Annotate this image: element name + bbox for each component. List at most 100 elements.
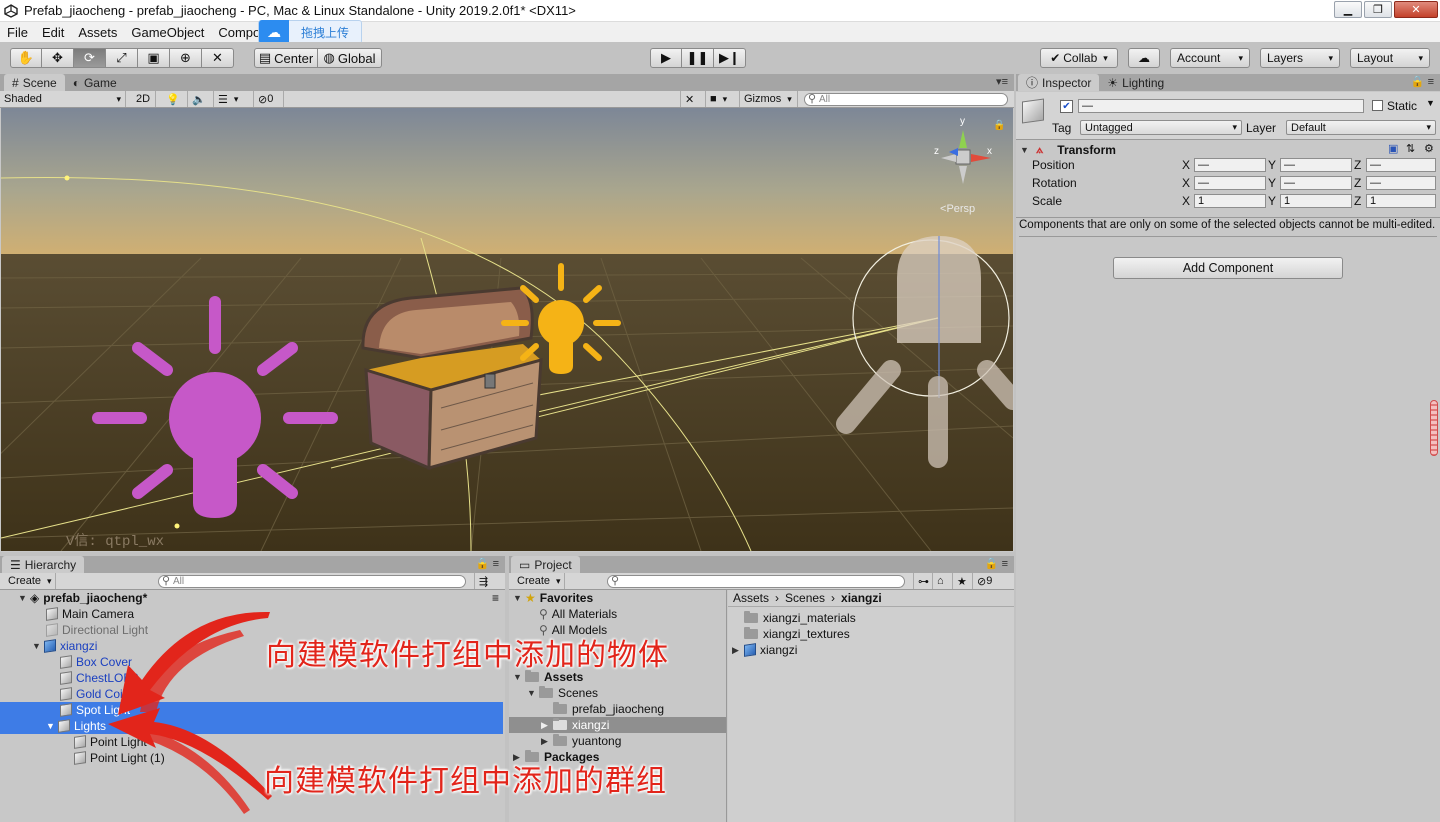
audio-toggle-icon[interactable]: 🔈 xyxy=(188,91,214,107)
rotation-y-input[interactable]: — xyxy=(1280,176,1352,190)
scene-viewport[interactable]: y x z 🔒 <Persp xyxy=(1,108,1013,551)
search-by-type-icon[interactable]: ⊶ xyxy=(913,573,933,589)
reference-book-icon[interactable]: ▣ xyxy=(1388,142,1398,155)
project-menu-icon[interactable]: 🔒 ≡ xyxy=(985,557,1008,570)
gizmo-handle[interactable] xyxy=(174,523,180,529)
scale-y-input[interactable]: 1 xyxy=(1280,194,1352,208)
pivot-center-button[interactable]: ▤ Center xyxy=(254,48,318,68)
minimize-button[interactable]: ▁ xyxy=(1334,1,1362,18)
account-dropdown[interactable]: Account xyxy=(1170,48,1250,68)
favorite-item[interactable]: ⚲ All Materials xyxy=(539,606,617,622)
cloud-upload-badge[interactable]: ☁ 拖拽上传 xyxy=(258,20,362,44)
tab-inspector[interactable]: ⓘ Inspector xyxy=(1018,74,1100,91)
hierarchy-search-input[interactable]: All xyxy=(158,574,466,588)
gear-icon[interactable]: ⚙ xyxy=(1424,142,1434,155)
hidden-objects-toggle[interactable]: ⊘ 0 xyxy=(254,91,284,107)
rotate-tool-icon[interactable]: ⟳ xyxy=(74,48,106,68)
pause-icon[interactable]: ❚❚ xyxy=(682,48,714,68)
favorites-star-icon[interactable]: ★ xyxy=(953,573,973,589)
cloud-services-icon[interactable]: ☁ xyxy=(1128,48,1160,68)
hidden-packages-toggle[interactable]: ⊘ 9 xyxy=(973,573,1007,589)
breadcrumb-item[interactable]: Assets xyxy=(733,591,769,605)
project-create-dropdown[interactable]: Create xyxy=(513,573,565,589)
effects-dropdown-icon[interactable]: ☰ xyxy=(214,91,254,107)
active-checkbox[interactable]: ✔ xyxy=(1060,100,1073,113)
scrollbar-thumb[interactable] xyxy=(1430,400,1438,456)
file-item[interactable]: ▶ xiangzi xyxy=(732,642,797,658)
move-tool-icon[interactable]: ✥ xyxy=(42,48,74,68)
scale-x-input[interactable]: 1 xyxy=(1194,194,1266,208)
transform-header[interactable]: ▼ ⟑ Transform xyxy=(1020,142,1116,157)
treasure-chest[interactable] xyxy=(361,286,543,471)
tab-hierarchy[interactable]: ☰ Hierarchy xyxy=(2,556,85,573)
menu-edit[interactable]: Edit xyxy=(35,25,71,40)
collab-dropdown[interactable]: ✔ Collab xyxy=(1040,48,1118,68)
tab-game[interactable]: ◐ Game xyxy=(65,74,125,91)
project-search-input[interactable] xyxy=(607,574,905,588)
expand-arrow-icon[interactable]: ▶ xyxy=(732,645,744,656)
expand-arrow-icon[interactable]: ▼ xyxy=(1020,145,1032,155)
toggle-2d-button[interactable]: 2D xyxy=(132,91,156,107)
hand-tool-icon[interactable]: ✋ xyxy=(10,48,42,68)
search-by-label-icon[interactable]: ⌂ xyxy=(933,573,953,589)
menu-assets[interactable]: Assets xyxy=(71,25,124,40)
breadcrumb-item[interactable]: xiangzi xyxy=(841,591,882,605)
add-component-button[interactable]: Add Component xyxy=(1113,257,1343,279)
folder-row[interactable]: ▼ Scenes xyxy=(527,685,598,701)
lighting-toggle-icon[interactable]: 💡 xyxy=(162,91,188,107)
breadcrumb-item[interactable]: Scenes xyxy=(785,591,825,605)
expand-arrow-icon[interactable]: ▶ xyxy=(541,736,553,747)
scale-tool-icon[interactable]: ⤢ xyxy=(106,48,138,68)
tab-scene[interactable]: # Scene xyxy=(4,74,65,91)
file-item[interactable]: xiangzi_textures xyxy=(744,626,850,642)
tab-project[interactable]: ▭ Project xyxy=(511,556,580,573)
scene-menu-icon[interactable]: ≡ xyxy=(492,591,499,605)
pivot-global-button[interactable]: ◍ Global xyxy=(318,48,382,68)
static-checkbox[interactable] xyxy=(1372,100,1383,111)
tools-icon[interactable]: ✕ xyxy=(680,91,706,107)
position-y-input[interactable]: — xyxy=(1280,158,1352,172)
menu-file[interactable]: File xyxy=(0,25,35,40)
favorites-row[interactable]: ▼ ★ Favorites xyxy=(513,590,593,606)
custom-tool-icon[interactable]: ✕ xyxy=(202,48,234,68)
scale-z-input[interactable]: 1 xyxy=(1366,194,1436,208)
lock-icon[interactable]: 🔒 xyxy=(993,119,1005,131)
scene-render[interactable]: y x z 🔒 <Persp xyxy=(1,108,1013,551)
rect-tool-icon[interactable]: ▣ xyxy=(138,48,170,68)
gizmos-dropdown[interactable]: Gizmos xyxy=(740,91,798,107)
hierarchy-create-dropdown[interactable]: Create xyxy=(4,573,56,589)
file-item[interactable]: xiangzi_materials xyxy=(744,610,856,626)
layers-dropdown[interactable]: Layers xyxy=(1260,48,1340,68)
folder-row[interactable]: ▶ yuantong xyxy=(541,733,621,749)
preset-icon[interactable]: ⇅ xyxy=(1406,142,1415,155)
camera-icon[interactable]: ■ xyxy=(706,91,740,107)
play-icon[interactable]: ▶ xyxy=(650,48,682,68)
static-dropdown-icon[interactable]: ▼ xyxy=(1426,98,1435,108)
layer-dropdown[interactable]: Default xyxy=(1286,120,1436,135)
position-x-input[interactable]: — xyxy=(1194,158,1266,172)
folder-row-selected[interactable]: ▶ xiangzi xyxy=(509,717,726,733)
folder-row[interactable]: prefab_jiaocheng xyxy=(553,701,664,717)
object-name-input[interactable]: — xyxy=(1078,99,1364,113)
persp-label[interactable]: <Persp xyxy=(940,203,975,215)
expand-arrow-icon[interactable]: ▶ xyxy=(541,720,553,731)
rotation-z-input[interactable]: — xyxy=(1366,176,1436,190)
rotation-x-input[interactable]: — xyxy=(1194,176,1266,190)
expand-arrow-icon[interactable]: ▼ xyxy=(527,688,539,698)
gizmo-handle[interactable] xyxy=(64,175,70,181)
expand-arrow-icon[interactable]: ▼ xyxy=(513,593,525,603)
tab-lighting[interactable]: ☀ Lighting xyxy=(1099,74,1172,91)
tag-dropdown[interactable]: Untagged xyxy=(1080,120,1242,135)
hierarchy-menu-icon[interactable]: 🔒 ≡ xyxy=(476,557,499,570)
layout-dropdown[interactable]: Layout xyxy=(1350,48,1430,68)
step-icon[interactable]: ▶❙ xyxy=(714,48,746,68)
transform-tool-icon[interactable]: ⊕ xyxy=(170,48,202,68)
shading-mode-dropdown[interactable]: Shaded xyxy=(0,91,126,107)
panel-menu-icon[interactable]: ▾≡ xyxy=(996,75,1008,88)
filter-icon[interactable]: ⇶ xyxy=(474,573,498,589)
maximize-button[interactable]: ❐ xyxy=(1364,1,1392,18)
position-z-input[interactable]: — xyxy=(1366,158,1436,172)
inspector-menu-icon[interactable]: 🔒 ≡ xyxy=(1411,75,1434,88)
close-button[interactable]: ✕ xyxy=(1394,1,1438,18)
scene-search-input[interactable]: All xyxy=(804,92,1008,106)
